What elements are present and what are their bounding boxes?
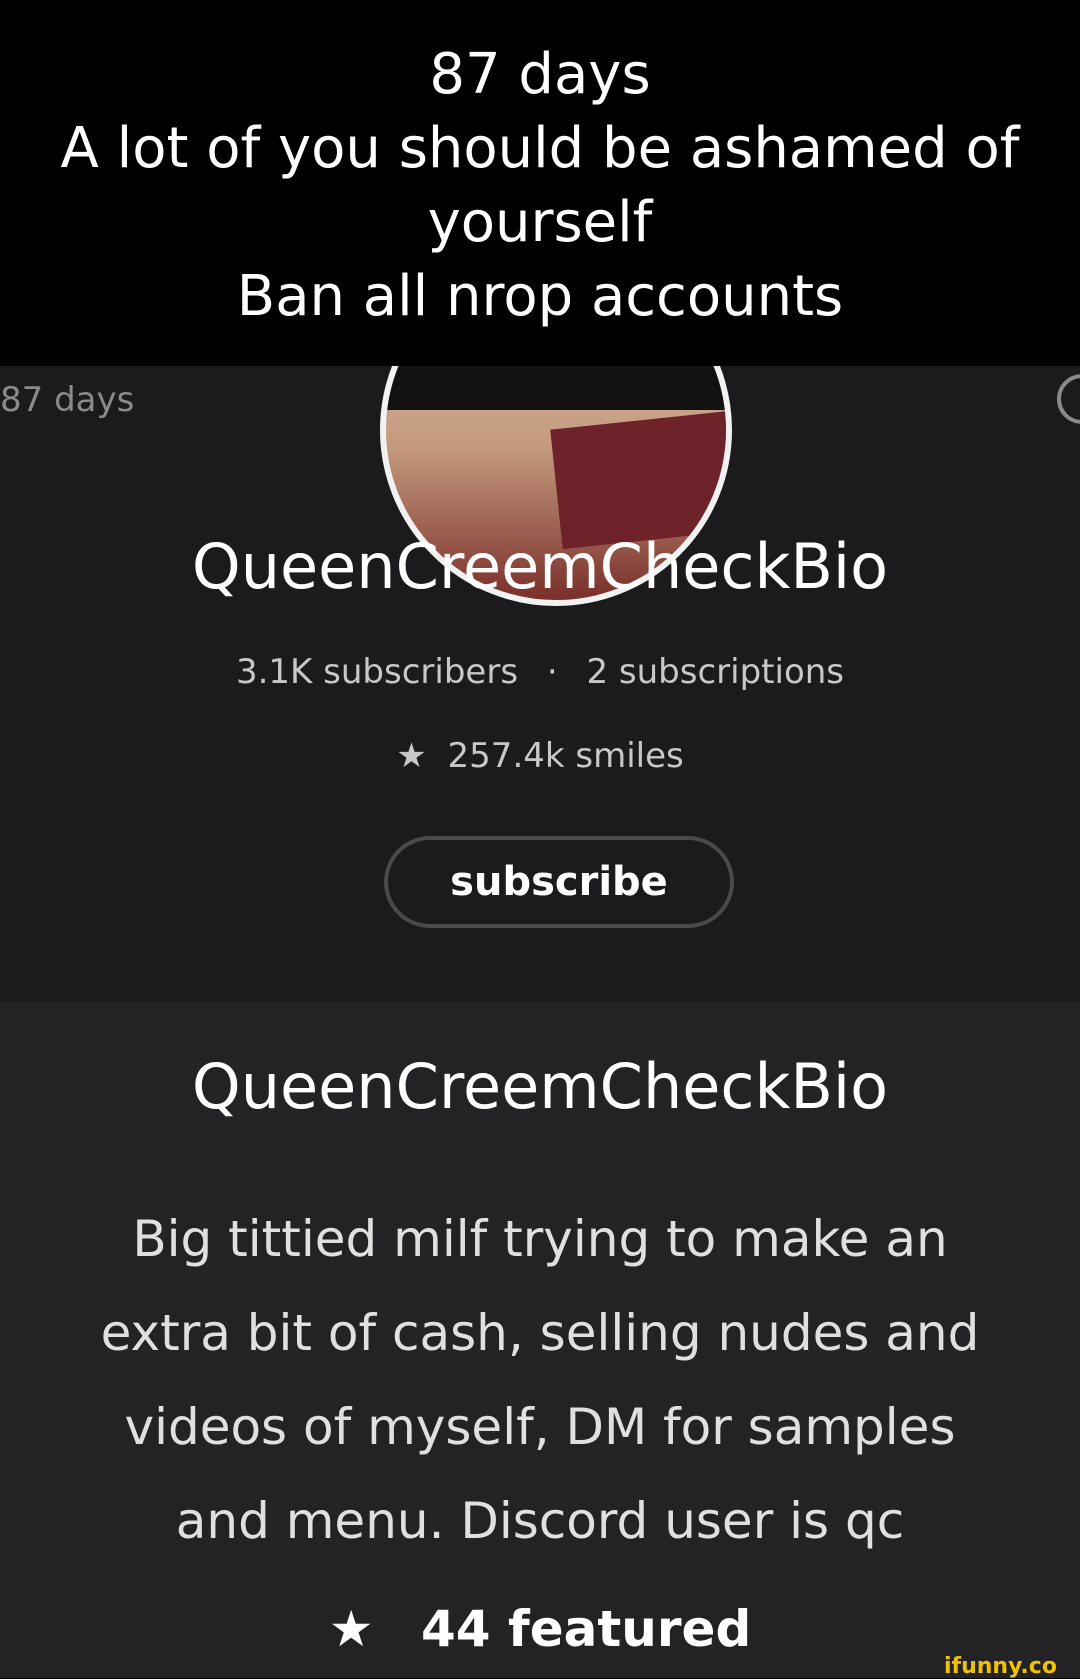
avatar-shirt [386,366,726,410]
meme-caption: 87 days A lot of you should be ashamed o… [0,0,1080,366]
bio-username: QueenCreemCheckBio [191,1050,889,1123]
bio-line: videos of myself, DM for samples [124,1398,956,1456]
profile-username: QueenCreemCheckBio [191,530,889,603]
options-button[interactable] [1057,374,1080,424]
subscribe-button[interactable]: subscribe [384,836,734,928]
caption-line: 87 days [429,42,651,107]
caption-line: Ban all nrop accounts [236,264,844,329]
bio-line: extra bit of cash, selling nudes and [100,1304,980,1362]
star-icon: ★ [396,736,427,776]
caption-line: yourself [427,190,653,255]
account-age: 87 days [0,380,135,420]
smiles-count: 257.4k smiles [447,736,684,776]
featured-count: 44 featured [421,1600,752,1658]
bio-text: Big tittied milf trying to make an extra… [60,1192,1020,1568]
smiles-stat: ★ 257.4k smiles [0,736,1080,776]
profile-header: 87 days QueenCreemCheckBio 3.1K subscrib… [0,366,1080,1002]
subscription-stats: 3.1K subscribers · 2 subscriptions [0,652,1080,692]
caption-line: A lot of you should be ashamed of [60,116,1020,181]
bio-line: and menu. Discord user is qc [175,1492,905,1550]
avatar-pants [550,410,726,550]
star-icon: ★ [328,1600,374,1658]
stats-separator: · [546,652,558,692]
bio-line: Big tittied milf trying to make an [132,1210,948,1268]
subscriptions-count[interactable]: 2 subscriptions [586,652,844,692]
featured-stat: ★ 44 featured [0,1600,1080,1658]
ifunny-watermark: ifunny.co [944,1654,1057,1679]
bio-section: QueenCreemCheckBio Big tittied milf tryi… [0,1002,1080,1679]
subscribers-count[interactable]: 3.1K subscribers [236,652,518,692]
